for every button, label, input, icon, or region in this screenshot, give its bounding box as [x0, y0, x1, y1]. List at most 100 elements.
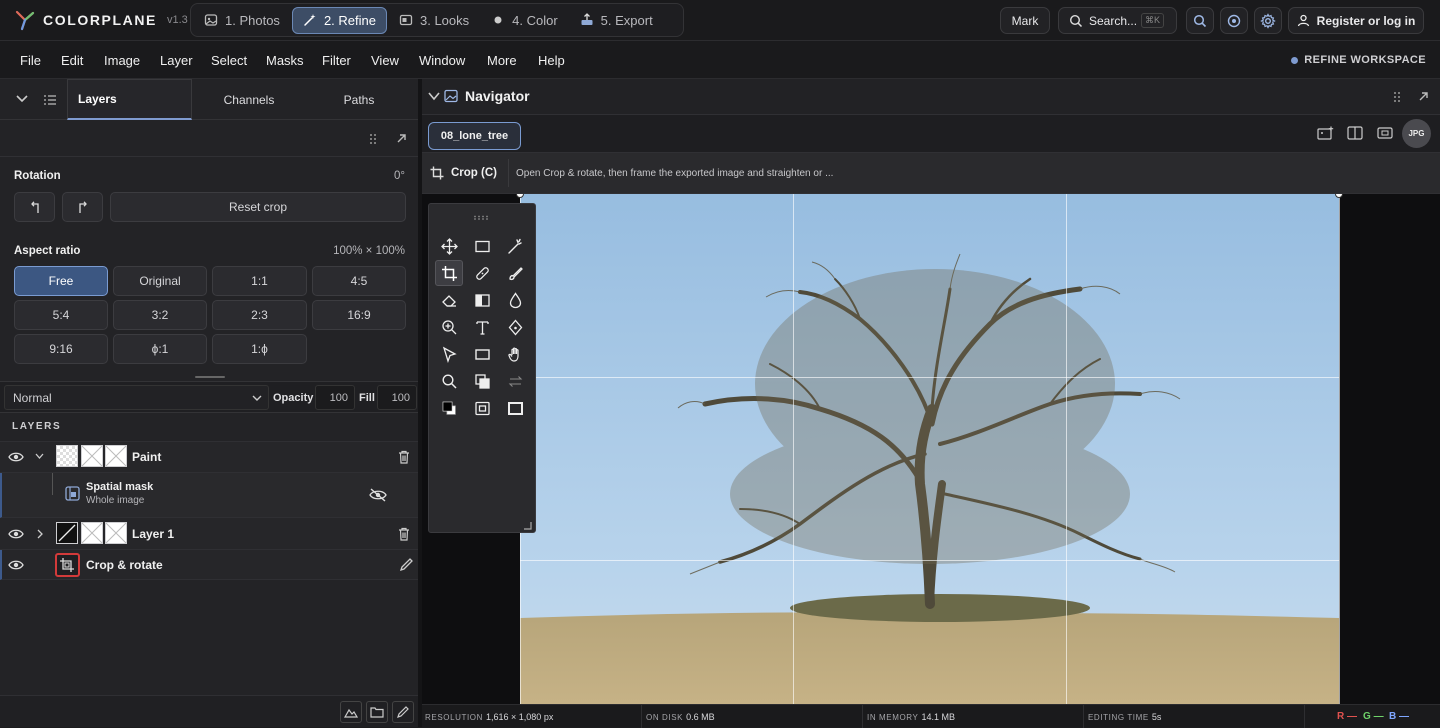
tab-channels[interactable]: Channels	[194, 79, 304, 120]
step-looks[interactable]: 3. Looks	[389, 7, 479, 34]
tool-gradient[interactable]	[468, 287, 496, 313]
layer-row-spatial-mask[interactable]: Spatial mask Whole image	[0, 473, 418, 518]
tool-overlay[interactable]	[468, 368, 496, 394]
blend-mode-select[interactable]: Normal	[4, 385, 269, 410]
eye-icon[interactable]	[8, 451, 24, 463]
trash-icon[interactable]	[398, 527, 410, 541]
layer-row-crop-rotate[interactable]: Crop & rotate	[0, 550, 418, 580]
tool-shape[interactable]	[468, 341, 496, 367]
pencil-icon[interactable]	[399, 557, 414, 572]
frame-icon[interactable]	[1377, 127, 1393, 139]
step-export[interactable]: 5. Export	[570, 7, 663, 34]
palette-grip-icon[interactable]	[473, 215, 491, 220]
layer-row-paint[interactable]: Paint	[0, 442, 418, 473]
resize-corner-icon[interactable]	[523, 521, 532, 530]
tool-pen[interactable]	[501, 314, 529, 340]
menu-select[interactable]: Select	[211, 53, 247, 68]
canvas-area[interactable]	[422, 194, 1440, 704]
swap-colors-button[interactable]	[501, 368, 529, 394]
opacity-input[interactable]: 100	[315, 385, 355, 410]
settings-button[interactable]	[1254, 7, 1282, 34]
ratio-3-2-button[interactable]: 3:2	[113, 300, 207, 330]
ratio-1-1-button[interactable]: 1:1	[212, 266, 307, 296]
tool-crop[interactable]	[435, 260, 463, 286]
drag-grip-icon[interactable]	[369, 133, 377, 145]
menu-filter[interactable]: Filter	[322, 53, 351, 68]
list-icon[interactable]	[44, 95, 56, 105]
menu-image[interactable]: Image	[104, 53, 140, 68]
channel-g: G —	[1363, 711, 1384, 722]
step-refine[interactable]: 2. Refine	[291, 6, 387, 34]
tool-marquee[interactable]	[468, 233, 496, 259]
popout-icon[interactable]	[1418, 91, 1429, 102]
workflow-steps: 1. Photos 2. Refine 3. Looks 4. Color 5.…	[190, 3, 684, 37]
expand-chevron-right-icon[interactable]	[37, 529, 44, 539]
tool-magic-wand[interactable]	[501, 233, 529, 259]
ratio-2-3-button[interactable]: 2:3	[212, 300, 307, 330]
user-icon	[1297, 14, 1309, 27]
eye-icon[interactable]	[8, 528, 24, 540]
tool-eraser[interactable]	[435, 287, 463, 313]
mark-button[interactable]: Mark	[1000, 7, 1050, 34]
reset-crop-button[interactable]: Reset crop	[110, 192, 406, 222]
document-tab[interactable]: 08_lone_tree	[428, 122, 521, 150]
ratio-5-4-button[interactable]: 5:4	[14, 300, 108, 330]
tab-layers[interactable]: Layers	[67, 79, 192, 120]
menu-view[interactable]: View	[371, 53, 399, 68]
tool-blur[interactable]	[501, 287, 529, 313]
ratio-original-button[interactable]: Original	[113, 266, 207, 296]
add-image-icon[interactable]	[1317, 126, 1335, 140]
search-button[interactable]: Search... ⌘K	[1058, 7, 1177, 34]
tool-magnifier[interactable]	[435, 368, 463, 394]
collapse-chevron-icon[interactable]	[428, 92, 440, 101]
fill-input[interactable]: 100	[377, 385, 417, 410]
rotate-left-button[interactable]	[14, 192, 55, 222]
ratio-16-9-button[interactable]: 16:9	[312, 300, 406, 330]
target-button[interactable]	[1220, 7, 1248, 34]
tool-type[interactable]	[468, 314, 496, 340]
menu-window[interactable]: Window	[419, 53, 465, 68]
ratio-9-16-button[interactable]: 9:16	[14, 334, 108, 364]
drag-grip-icon[interactable]	[1393, 91, 1401, 103]
register-button[interactable]: Register or log in	[1288, 7, 1424, 34]
menu-more[interactable]: More	[487, 53, 517, 68]
tool-hand[interactable]	[501, 341, 529, 367]
menu-file[interactable]: File	[20, 53, 41, 68]
tool-brush[interactable]	[501, 260, 529, 286]
format-badge[interactable]: JPG	[1402, 119, 1431, 148]
ratio-free-button[interactable]: Free	[14, 266, 108, 296]
ratio-4-5-button[interactable]: 4:5	[312, 266, 406, 296]
eye-hidden-icon[interactable]	[369, 488, 387, 502]
new-group-button[interactable]	[366, 701, 388, 723]
tool-path-select[interactable]	[435, 341, 463, 367]
popout-icon[interactable]	[396, 133, 407, 144]
new-paint-button[interactable]	[392, 701, 414, 723]
photo[interactable]	[520, 194, 1339, 704]
step-color[interactable]: 4. Color	[481, 7, 568, 34]
tool-zoom[interactable]	[435, 314, 463, 340]
panel-resize-handle[interactable]	[195, 376, 225, 378]
trash-icon[interactable]	[398, 450, 410, 464]
tab-paths[interactable]: Paths	[306, 79, 412, 120]
step-photos[interactable]: 1. Photos	[194, 7, 290, 34]
expand-chevron-icon[interactable]	[35, 453, 44, 460]
screen-mode-button[interactable]	[501, 395, 529, 421]
color-swatches[interactable]	[435, 395, 463, 421]
menu-layer[interactable]: Layer	[160, 53, 193, 68]
zoom-search-button[interactable]	[1186, 7, 1214, 34]
split-view-icon[interactable]	[1347, 126, 1363, 140]
layer-row-layer-1[interactable]: Layer 1	[0, 518, 418, 550]
quick-mask-button[interactable]	[468, 395, 496, 421]
tool-move[interactable]	[435, 233, 463, 259]
menu-help[interactable]: Help	[538, 53, 565, 68]
collapse-chevron-icon[interactable]	[15, 94, 29, 104]
ratio-1-phi-button[interactable]: 1:ϕ	[212, 334, 307, 364]
menu-edit[interactable]: Edit	[61, 53, 83, 68]
menu-masks[interactable]: Masks	[266, 53, 304, 68]
ratio-phi-1-button[interactable]: ϕ:1	[113, 334, 207, 364]
crop-handle-top-right[interactable]	[1335, 194, 1343, 198]
adjustment-button[interactable]	[340, 701, 362, 723]
tool-healing[interactable]	[468, 260, 496, 286]
eye-icon[interactable]	[8, 559, 24, 571]
rotate-right-button[interactable]	[62, 192, 103, 222]
